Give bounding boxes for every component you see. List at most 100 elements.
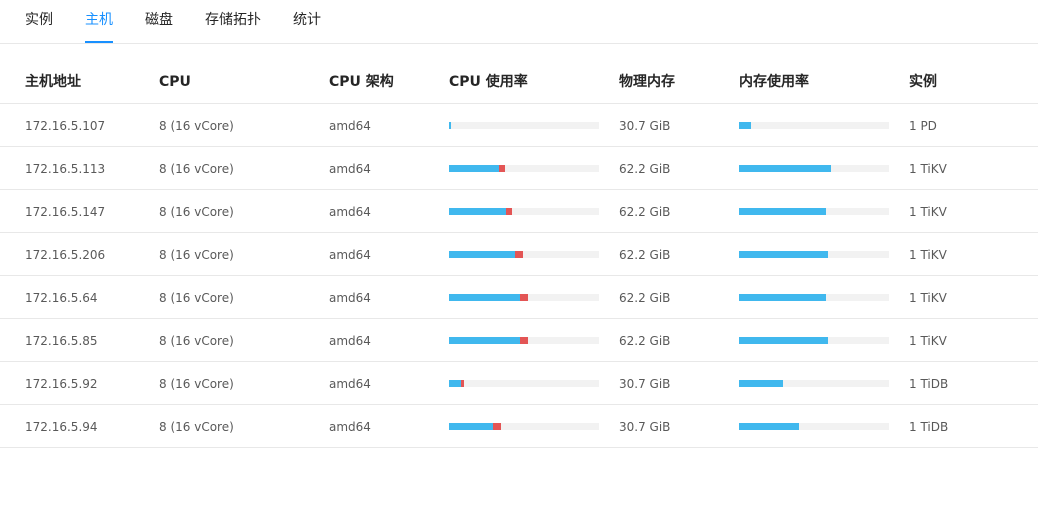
cpu-cores: 8 (16 vCore)	[159, 119, 234, 133]
table-row[interactable]: 172.16.5.94 8 (16 vCore) amd64 30.7 GiB 1 Ti…	[0, 405, 1038, 448]
physical-memory: 62.2 GiB	[619, 162, 671, 176]
physical-memory: 30.7 GiB	[619, 119, 671, 133]
table-header: 主机地址 CPU CPU 架构 CPU 使用率 物理内存 内存使用率 实例	[0, 60, 1038, 104]
instance-count: 1 TiDB	[909, 377, 949, 391]
memory-usage-bar	[739, 208, 889, 215]
cpu-usage-user-fill	[449, 337, 520, 344]
instance-count: 1 TiKV	[909, 334, 947, 348]
cpu-usage-bar	[449, 337, 599, 344]
cpu-usage-bar	[449, 251, 599, 258]
cpu-usage-system-fill	[520, 337, 528, 344]
table-row[interactable]: 172.16.5.206 8 (16 vCore) amd64 62.2 GiB 1 T…	[0, 233, 1038, 276]
cpu-arch: amd64	[329, 291, 371, 305]
physical-memory: 62.2 GiB	[619, 205, 671, 219]
cpu-usage-user-fill	[449, 294, 520, 301]
tab-hosts[interactable]: 主机	[85, 11, 113, 29]
cpu-cores: 8 (16 vCore)	[159, 248, 234, 262]
instance-count: 1 PD	[909, 119, 937, 133]
cpu-arch: amd64	[329, 377, 371, 391]
cpu-arch: amd64	[329, 420, 371, 434]
cpu-cores: 8 (16 vCore)	[159, 162, 234, 176]
cpu-usage-bar	[449, 165, 599, 172]
cpu-usage-user-fill	[449, 423, 493, 430]
column-header-address[interactable]: 主机地址	[25, 73, 81, 91]
hosts-table: 主机地址 CPU CPU 架构 CPU 使用率 物理内存 内存使用率 实例 17…	[0, 60, 1038, 448]
cpu-usage-system-fill	[515, 251, 523, 258]
tab-instances[interactable]: 实例	[25, 11, 53, 29]
cpu-arch: amd64	[329, 248, 371, 262]
cpu-arch: amd64	[329, 162, 371, 176]
memory-usage-bar	[739, 122, 889, 129]
column-header-instances[interactable]: 实例	[909, 73, 937, 91]
cpu-arch: amd64	[329, 205, 371, 219]
host-address: 172.16.5.94	[25, 420, 98, 434]
cpu-cores: 8 (16 vCore)	[159, 291, 234, 305]
host-address: 172.16.5.206	[25, 248, 106, 262]
table-row[interactable]: 172.16.5.113 8 (16 vCore) amd64 62.2 GiB 1 T…	[0, 147, 1038, 190]
memory-usage-bar	[739, 380, 889, 387]
host-address: 172.16.5.92	[25, 377, 98, 391]
tab-storage-topology[interactable]: 存储拓扑	[205, 11, 261, 29]
memory-usage-fill	[739, 423, 799, 430]
memory-usage-fill	[739, 337, 828, 344]
cpu-cores: 8 (16 vCore)	[159, 334, 234, 348]
column-header-memory[interactable]: 物理内存	[619, 73, 675, 91]
memory-usage-fill	[739, 208, 826, 215]
cpu-usage-bar	[449, 208, 599, 215]
column-header-cpu[interactable]: CPU	[159, 73, 191, 91]
table-row[interactable]: 172.16.5.107 8 (16 vCore) amd64 30.7 GiB 1 P…	[0, 104, 1038, 147]
host-address: 172.16.5.85	[25, 334, 98, 348]
memory-usage-bar	[739, 294, 889, 301]
cpu-cores: 8 (16 vCore)	[159, 205, 234, 219]
memory-usage-bar	[739, 251, 889, 258]
table-row[interactable]: 172.16.5.147 8 (16 vCore) amd64 62.2 GiB 1 T…	[0, 190, 1038, 233]
table-row[interactable]: 172.16.5.92 8 (16 vCore) amd64 30.7 GiB 1 Ti…	[0, 362, 1038, 405]
cpu-usage-system-fill	[520, 294, 528, 301]
memory-usage-fill	[739, 251, 828, 258]
instance-count: 1 TiKV	[909, 205, 947, 219]
physical-memory: 62.2 GiB	[619, 248, 671, 262]
host-address: 172.16.5.113	[25, 162, 106, 176]
memory-usage-bar	[739, 337, 889, 344]
cpu-usage-system-fill	[493, 423, 501, 430]
memory-usage-fill	[739, 294, 826, 301]
column-header-cpu-usage[interactable]: CPU 使用率	[449, 73, 528, 91]
cpu-usage-bar	[449, 122, 599, 129]
cpu-usage-system-fill	[461, 380, 464, 387]
host-address: 172.16.5.147	[25, 205, 106, 219]
cpu-usage-system-fill	[499, 165, 505, 172]
cpu-usage-user-fill	[449, 208, 506, 215]
instance-count: 1 TiDB	[909, 420, 949, 434]
cpu-usage-bar	[449, 380, 599, 387]
tab-disks[interactable]: 磁盘	[145, 11, 173, 29]
cpu-usage-user-fill	[449, 251, 515, 258]
cpu-arch: amd64	[329, 334, 371, 348]
instance-count: 1 TiKV	[909, 162, 947, 176]
table-body: 172.16.5.107 8 (16 vCore) amd64 30.7 GiB 1 P…	[0, 104, 1038, 448]
instance-count: 1 TiKV	[909, 248, 947, 262]
memory-usage-fill	[739, 122, 751, 129]
table-row[interactable]: 172.16.5.85 8 (16 vCore) amd64 62.2 GiB 1 Ti…	[0, 319, 1038, 362]
cpu-cores: 8 (16 vCore)	[159, 420, 234, 434]
column-header-cpu-arch[interactable]: CPU 架构	[329, 73, 394, 91]
physical-memory: 30.7 GiB	[619, 420, 671, 434]
physical-memory: 62.2 GiB	[619, 291, 671, 305]
tab-bar: 实例 主机 磁盘 存储拓扑 统计	[0, 0, 1038, 44]
cpu-usage-user-fill	[449, 122, 451, 129]
memory-usage-bar	[739, 423, 889, 430]
cpu-usage-bar	[449, 294, 599, 301]
active-tab-indicator	[85, 41, 113, 43]
physical-memory: 30.7 GiB	[619, 377, 671, 391]
memory-usage-fill	[739, 165, 831, 172]
cpu-arch: amd64	[329, 119, 371, 133]
tab-statistics[interactable]: 统计	[293, 11, 321, 29]
host-address: 172.16.5.107	[25, 119, 106, 133]
cpu-cores: 8 (16 vCore)	[159, 377, 234, 391]
column-header-memory-usage[interactable]: 内存使用率	[739, 73, 809, 91]
table-row[interactable]: 172.16.5.64 8 (16 vCore) amd64 62.2 GiB 1 Ti…	[0, 276, 1038, 319]
cpu-usage-user-fill	[449, 165, 499, 172]
cpu-usage-user-fill	[449, 380, 461, 387]
host-address: 172.16.5.64	[25, 291, 98, 305]
cpu-usage-system-fill	[506, 208, 512, 215]
cpu-usage-bar	[449, 423, 599, 430]
